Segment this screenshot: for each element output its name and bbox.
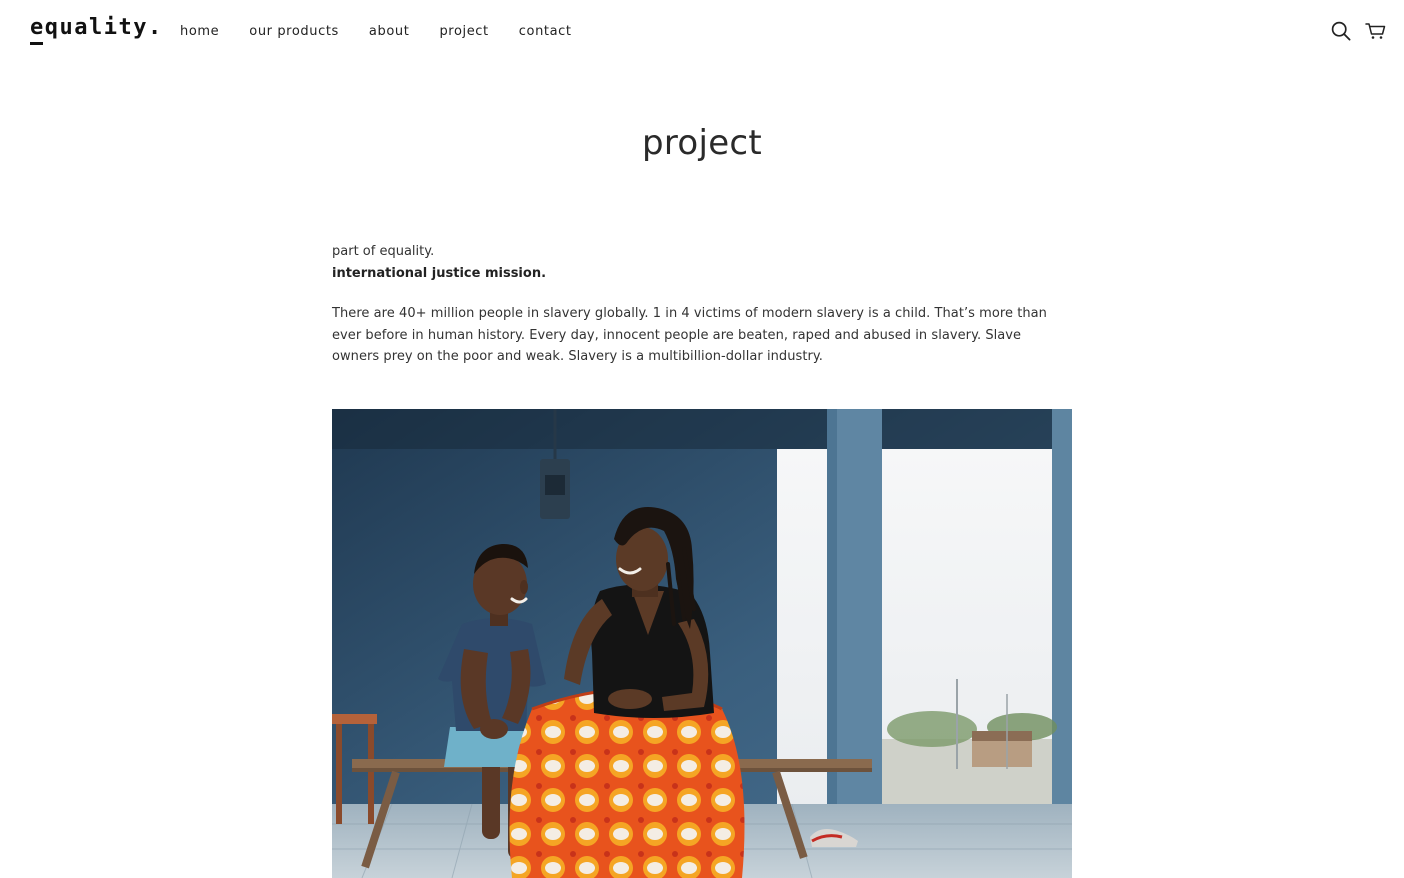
nav-about[interactable]: about: [369, 23, 410, 41]
project-photo: [332, 409, 1072, 878]
nav-our-products[interactable]: our products: [249, 23, 339, 41]
body-paragraph: There are 40+ million people in slavery …: [332, 306, 1047, 364]
intro-line: part of equality.: [332, 244, 435, 259]
cart-icon[interactable]: [1364, 20, 1386, 42]
project-content: part of equality. international justice …: [332, 241, 1072, 381]
section-subtitle: international justice mission.: [332, 265, 547, 281]
nav-project[interactable]: project: [439, 23, 488, 41]
nav-home[interactable]: home: [180, 23, 219, 41]
nav-contact[interactable]: contact: [519, 23, 572, 41]
page-title: project: [641, 123, 763, 163]
site-logo[interactable]: equality.: [30, 15, 163, 41]
main-nav: home our products about project contact: [180, 23, 602, 41]
site-header: equality. home our products about projec…: [0, 0, 1404, 64]
logo-underline: [30, 42, 43, 45]
header-actions: [1330, 20, 1386, 42]
search-icon[interactable]: [1330, 20, 1352, 42]
